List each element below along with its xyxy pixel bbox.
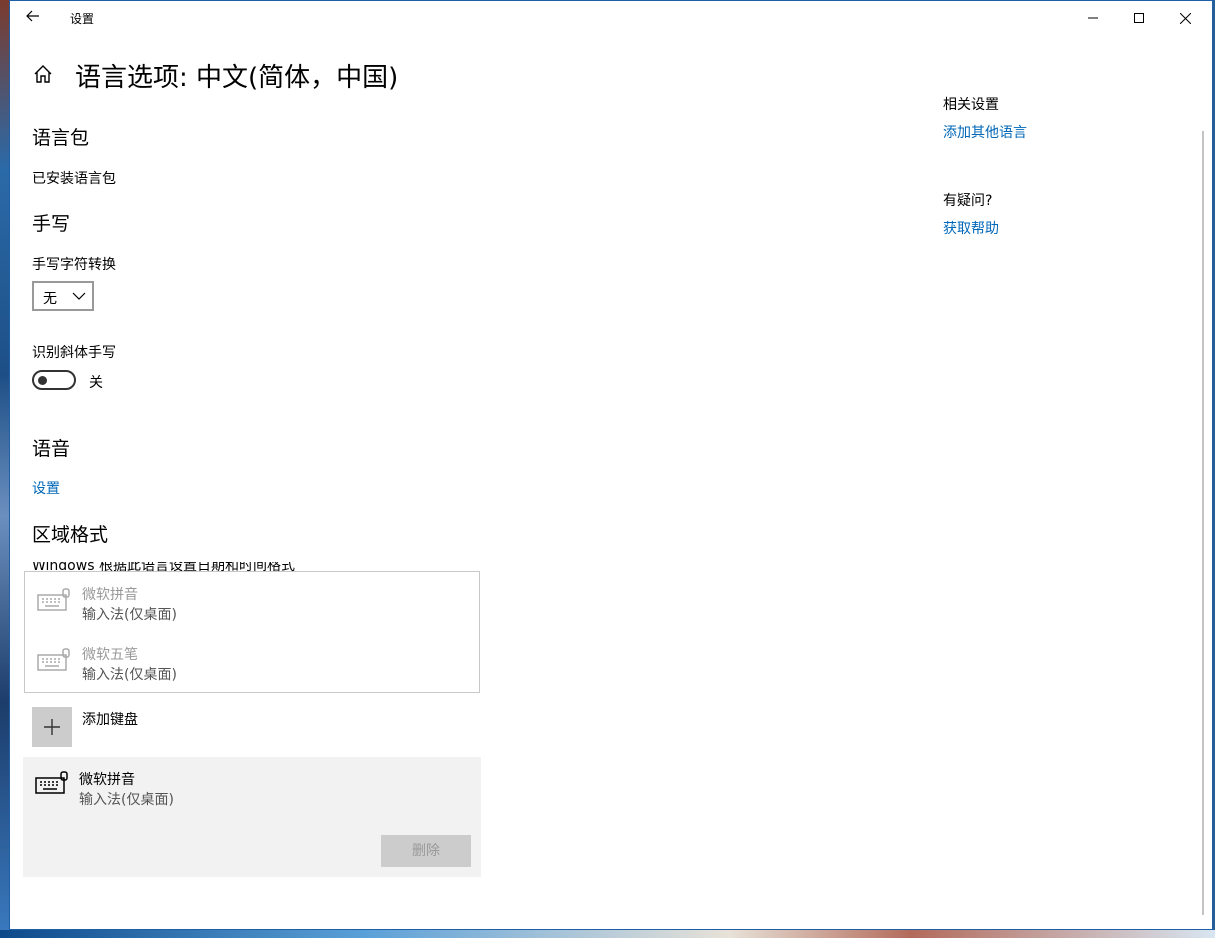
italic-handwriting-label: 识别斜体手写: [32, 345, 116, 361]
related-settings-heading: 相关设置: [943, 97, 999, 113]
char-conversion-label: 手写字符转换: [32, 257, 116, 273]
keyboard-icon: [35, 771, 68, 794]
minimize-button[interactable]: [1070, 1, 1116, 35]
keyboard-popup: 微软拼音 输入法(仅桌面) 微软五笔 输入法(仅桌面): [24, 571, 480, 693]
get-help-link[interactable]: 获取帮助: [943, 218, 999, 238]
installed-keyboard-name: 微软拼音: [79, 772, 135, 788]
char-conversion-value: 无: [43, 291, 57, 307]
add-language-link[interactable]: 添加其他语言: [943, 122, 1027, 142]
add-keyboard-label[interactable]: 添加键盘: [82, 709, 138, 729]
installed-keyboard-sub: 输入法(仅桌面): [79, 792, 174, 808]
keyboard-option-name: 微软拼音: [82, 587, 138, 603]
desktop-background-strip: [0, 0, 9, 938]
char-conversion-dropdown[interactable]: 无: [32, 281, 94, 311]
keyboard-icon: [37, 588, 70, 611]
keyboard-icon: [37, 648, 70, 671]
toggle-knob: [38, 376, 47, 385]
speech-heading: 语音: [32, 438, 71, 460]
question-heading: 有疑问?: [943, 193, 993, 209]
italic-handwriting-toggle[interactable]: [32, 370, 76, 390]
installed-keyboard-card[interactable]: 微软拼音 输入法(仅桌面) 删除: [23, 757, 481, 877]
title-bar: 设置: [10, 1, 1212, 35]
page-title: 语言选项: 中文(简体，中国): [75, 63, 399, 93]
keyboard-option-pinyin[interactable]: 微软拼音 输入法(仅桌面): [25, 574, 479, 632]
minimize-icon: [1088, 17, 1098, 19]
italic-toggle-state: 关: [89, 375, 103, 391]
scrollbar[interactable]: [1202, 131, 1204, 915]
keyboard-option-sub: 输入法(仅桌面): [82, 607, 177, 623]
desktop-background-bottom: [0, 930, 1215, 938]
plus-icon: [44, 719, 60, 735]
keyboard-option-sub: 输入法(仅桌面): [82, 667, 177, 683]
keyboard-option-name: 微软五笔: [82, 647, 138, 663]
home-icon[interactable]: [32, 63, 54, 85]
language-pack-heading: 语言包: [32, 127, 90, 149]
chevron-down-icon: [72, 292, 86, 300]
close-icon: [1179, 12, 1191, 24]
delete-keyboard-button[interactable]: 删除: [381, 835, 471, 867]
add-keyboard-button[interactable]: [32, 707, 72, 747]
back-arrow-icon: [26, 10, 39, 22]
maximize-icon: [1134, 13, 1144, 23]
handwriting-heading: 手写: [32, 213, 71, 235]
settings-window: 设置 语言选项: 中文(简体，中国) 语言包 已安装语言包 手写 手写字符转换 …: [9, 0, 1213, 930]
speech-settings-link[interactable]: 设置: [32, 478, 60, 498]
maximize-button[interactable]: [1116, 1, 1162, 35]
window-title: 设置: [70, 12, 95, 26]
language-pack-status: 已安装语言包: [32, 171, 116, 187]
regional-format-heading: 区域格式: [32, 524, 109, 546]
close-button[interactable]: [1162, 1, 1208, 35]
back-button[interactable]: [22, 7, 44, 29]
keyboard-option-wubi[interactable]: 微软五笔 输入法(仅桌面): [25, 634, 479, 692]
